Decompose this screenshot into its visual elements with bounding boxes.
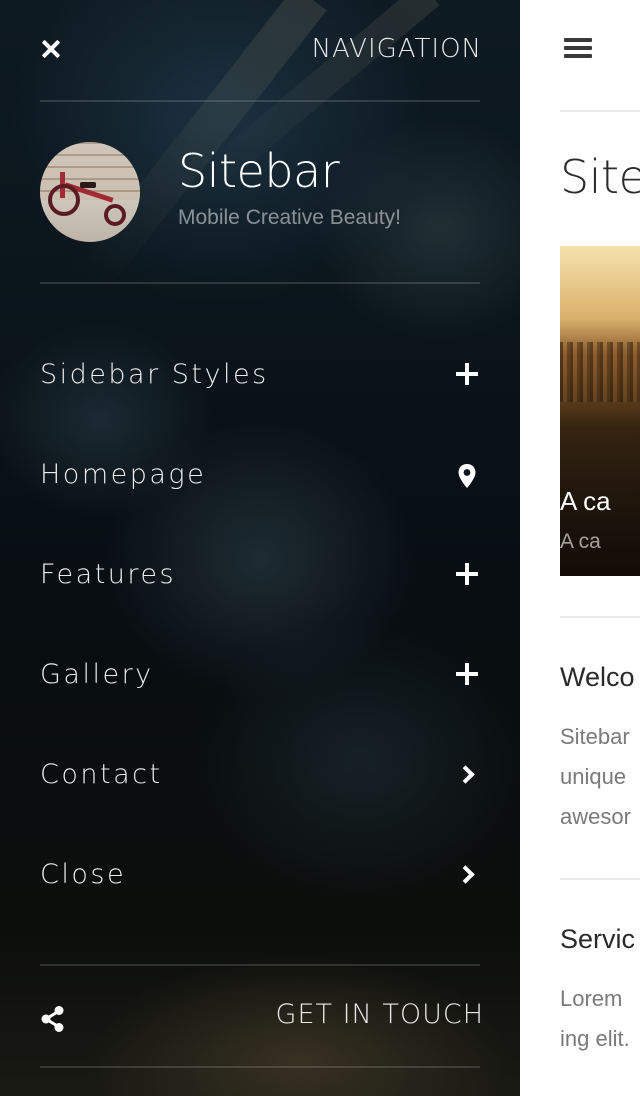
- divider: [40, 282, 480, 284]
- divider: [560, 110, 640, 112]
- chevron-right-icon: [456, 863, 478, 885]
- sidebar-item-label: Contact: [40, 759, 163, 790]
- services-heading: Servic: [560, 924, 636, 954]
- hero-image[interactable]: [560, 246, 640, 576]
- welcome-heading: Welco: [560, 662, 635, 692]
- welcome-text-line: awesor: [560, 804, 631, 829]
- divider: [560, 616, 640, 618]
- divider: [40, 1066, 480, 1068]
- main-page: Site A ca A ca Welco Sitebar unique awes…: [520, 0, 640, 1096]
- close-icon[interactable]: [36, 34, 66, 64]
- avatar: [40, 142, 140, 242]
- plus-icon[interactable]: [456, 663, 478, 685]
- welcome-text-line: Sitebar: [560, 724, 630, 749]
- divider: [560, 878, 640, 880]
- hamburger-line: [564, 46, 592, 50]
- divider: [40, 964, 480, 966]
- hamburger-menu-icon[interactable]: [564, 36, 592, 60]
- services-text-line: ing elit.: [560, 1026, 630, 1051]
- share-icon-svg: [41, 1006, 64, 1032]
- avatar-tricycle-wheel: [48, 184, 80, 216]
- hamburger-line: [564, 54, 592, 58]
- hamburger-line: [564, 38, 592, 42]
- hero-caption: A ca: [560, 486, 611, 516]
- share-icon[interactable]: [40, 1005, 66, 1033]
- sidebar-item-label: Homepage: [40, 459, 207, 490]
- hero-subcaption: A ca: [560, 530, 601, 553]
- map-pin-icon-svg: [458, 464, 476, 488]
- sidebar-item-features[interactable]: Features: [40, 545, 480, 605]
- chevron-right-icon: [456, 763, 478, 785]
- brand-subtitle: Mobile Creative Beauty!: [178, 206, 401, 229]
- welcome-text-line: unique: [560, 764, 627, 789]
- plus-icon[interactable]: [456, 563, 478, 585]
- sidebar-item-homepage[interactable]: Homepage: [40, 445, 480, 505]
- get-in-touch-link[interactable]: GET IN TOUCH: [276, 999, 484, 1030]
- navigation-heading: NAVIGATION: [311, 34, 482, 64]
- avatar-tricycle-wheel: [104, 204, 126, 226]
- sidebar-item-label: Features: [40, 559, 177, 590]
- map-pin-icon: [456, 463, 478, 488]
- avatar-tricycle-seat: [80, 182, 96, 188]
- sidebar-item-sidebar-styles[interactable]: Sidebar Styles: [40, 345, 480, 405]
- divider: [40, 100, 480, 102]
- sidebar-item-label: Sidebar Styles: [40, 359, 269, 390]
- sidebar: NAVIGATION Sitebar Mobile Creative Beaut…: [0, 0, 520, 1096]
- services-text-line: Lorem: [560, 986, 623, 1011]
- sidebar-item-contact[interactable]: Contact: [40, 745, 480, 805]
- plus-icon[interactable]: [456, 363, 478, 385]
- sidebar-item-label: Gallery: [40, 659, 154, 690]
- page-title: Site: [560, 150, 640, 204]
- brand-title: Sitebar: [178, 144, 340, 198]
- sidebar-item-close[interactable]: Close: [40, 845, 480, 905]
- sidebar-item-gallery[interactable]: Gallery: [40, 645, 480, 705]
- sidebar-item-label: Close: [40, 859, 127, 890]
